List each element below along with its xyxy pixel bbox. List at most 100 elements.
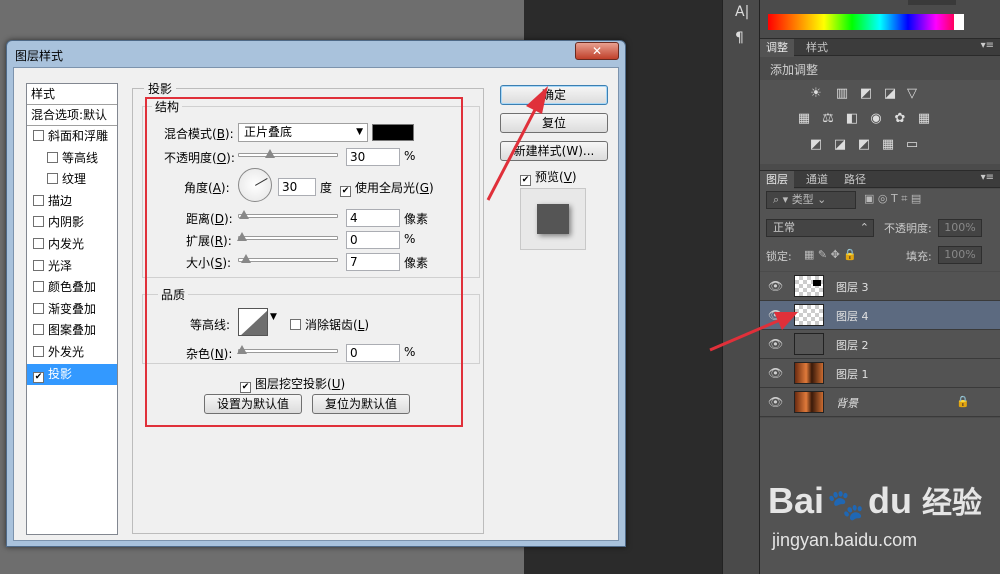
blend-mode-select[interactable]: 正常 ⌃ — [766, 219, 874, 237]
tab-channels[interactable]: 通道 — [800, 171, 834, 189]
tab-adjustments[interactable]: 调整 — [760, 39, 794, 57]
levels-icon[interactable]: ▥ — [834, 87, 850, 101]
eye-icon[interactable]: 👁 — [768, 366, 783, 380]
chevron-down-icon: ⌃ — [859, 221, 869, 234]
watermark-url: jingyan.baidu.com — [772, 530, 918, 550]
exposure-icon[interactable]: ◪ — [882, 87, 898, 101]
adjustment-icons: ☀ ▥ ◩ ◪ ▽ ▦ ⚖ ◧ ◉ ✿ ▦ ◩ ◪ ◩ ▦ ▭ — [760, 80, 1000, 164]
balance-icon[interactable]: ⚖ — [820, 112, 836, 126]
blend-options-item[interactable]: 混合选项:默认 — [27, 105, 117, 126]
layer-name: 图层 2 — [836, 339, 869, 352]
style-item[interactable]: 颜色叠加 — [27, 277, 117, 298]
dialog-title: 图层样式 — [15, 49, 64, 63]
layer-name: 图层 4 — [836, 310, 869, 323]
style-item-label: 光泽 — [48, 258, 73, 273]
selective-icon[interactable]: ▦ — [880, 138, 896, 152]
lock-label: 锁定: — [766, 250, 792, 263]
checkbox-unchecked[interactable] — [33, 302, 44, 314]
style-item[interactable]: 斜面和浮雕 — [27, 126, 117, 147]
style-item-label: 内阴影 — [48, 215, 85, 230]
mixer-icon[interactable]: ✿ — [892, 112, 908, 126]
style-item-label: 等高线 — [62, 150, 99, 165]
layer-thumbnail — [794, 275, 824, 297]
photo-filter-icon[interactable]: ◉ — [868, 112, 884, 126]
eye-icon[interactable]: 👁 — [768, 279, 783, 293]
style-item-label: 斜面和浮雕 — [48, 129, 109, 143]
style-item[interactable]: 纹理 — [27, 169, 117, 190]
layer-name: 图层 3 — [836, 281, 869, 294]
layers-tabs: 图层 通道 路径 ▾≡ — [760, 170, 1000, 189]
styles-header[interactable]: 样式 — [27, 84, 117, 105]
layer-thumbnail — [794, 362, 824, 384]
watermark-brand-left: Bai — [768, 480, 825, 521]
style-item-label: 投影 — [48, 366, 73, 381]
panel-menu-icon[interactable]: ▾≡ — [981, 172, 994, 183]
checkbox-unchecked[interactable] — [33, 259, 44, 271]
hue-icon[interactable]: ▦ — [796, 112, 812, 126]
checkbox-unchecked[interactable] — [33, 324, 44, 336]
tab-paths[interactable]: 路径 — [838, 171, 872, 189]
highlight-rectangle — [145, 97, 463, 427]
fill-label: 填充: — [906, 250, 932, 263]
panel-menu-icon[interactable]: ▾≡ — [981, 40, 994, 51]
checkbox-unchecked[interactable] — [33, 346, 44, 357]
lookup-icon[interactable]: ▦ — [916, 112, 932, 126]
checkbox-unchecked[interactable] — [33, 238, 44, 249]
red-arrow-to-ok — [486, 86, 548, 201]
posterize-icon[interactable]: ◪ — [832, 138, 848, 152]
layer-filter-select[interactable]: ⌕ ▾ 类型 ⌄ — [766, 191, 856, 209]
threshold-icon[interactable]: ◩ — [856, 138, 872, 152]
swatch-stub — [908, 0, 956, 5]
style-item[interactable]: 等高线 — [27, 148, 117, 169]
style-item-label: 描边 — [48, 193, 73, 208]
paragraph-panel-icon[interactable]: ¶ — [735, 30, 744, 46]
lock-icons[interactable]: ▦ ✎ ✥ 🔒 — [804, 248, 857, 261]
checkbox-unchecked[interactable] — [47, 173, 58, 185]
color-spectrum[interactable] — [768, 14, 964, 30]
vibrance-icon[interactable]: ▽ — [904, 87, 920, 101]
style-item[interactable]: 内阴影 — [27, 212, 117, 233]
layers-controls: ⌕ ▾ 类型 ⌄ ▣ ◎ T ⌗ ▤ 正常 ⌃ 不透明度: 100% 锁定: ▦ … — [760, 189, 1000, 271]
style-item[interactable]: 光泽 — [27, 256, 117, 277]
layer-name: 背景 — [836, 397, 858, 410]
tab-layers[interactable]: 图层 — [760, 171, 794, 189]
style-item[interactable]: 图案叠加 — [27, 320, 117, 341]
filter-kind-label: 类型 — [791, 193, 814, 206]
layer-row[interactable]: 👁 图层 1 — [760, 359, 1000, 388]
layer-row[interactable]: 👁 图层 3 — [760, 272, 1000, 301]
style-item[interactable]: 描边 — [27, 191, 117, 212]
opacity-label: 不透明度: — [884, 222, 932, 235]
curves-icon[interactable]: ◩ — [858, 87, 874, 101]
layer-row[interactable]: 👁 背景 🔒 — [760, 388, 1000, 417]
style-item[interactable]: 外发光 — [27, 342, 117, 363]
tab-styles[interactable]: 样式 — [800, 39, 834, 57]
style-item[interactable]: 渐变叠加 — [27, 299, 117, 320]
checkbox-unchecked[interactable] — [47, 151, 58, 163]
style-item-label: 纹理 — [62, 172, 87, 187]
checkbox-checked[interactable]: ✔ — [33, 371, 44, 383]
panel-toolstrip: A| ¶ — [722, 0, 760, 574]
checkbox-unchecked[interactable] — [33, 281, 44, 293]
style-item[interactable]: 内发光 — [27, 234, 117, 255]
checkbox-unchecked[interactable] — [33, 130, 44, 141]
checkbox-unchecked[interactable] — [33, 216, 44, 228]
fill-input[interactable]: 100% — [938, 246, 982, 264]
character-panel-icon[interactable]: A| — [735, 4, 749, 20]
bw-icon[interactable]: ◧ — [844, 112, 860, 126]
filter-icons[interactable]: ▣ ◎ T ⌗ ▤ — [864, 192, 921, 206]
style-item-label: 图案叠加 — [48, 323, 97, 338]
blend-mode-value: 正常 — [773, 221, 795, 234]
eye-icon[interactable]: 👁 — [768, 395, 783, 409]
opacity-input[interactable]: 100% — [938, 219, 982, 237]
watermark-brand-cn: 经验 — [922, 487, 983, 520]
brightness-icon[interactable]: ☀ — [808, 87, 824, 101]
paw-icon: 🐾 — [827, 489, 865, 522]
checkbox-unchecked[interactable] — [33, 194, 44, 206]
close-button[interactable]: ✕ — [575, 42, 619, 60]
red-arrow-to-layer — [709, 312, 798, 352]
gradient-map-icon[interactable]: ▭ — [904, 138, 920, 152]
layer-thumbnail — [794, 391, 824, 413]
style-item[interactable]: ✔ 投影 — [27, 363, 117, 385]
style-item-label: 外发光 — [48, 345, 85, 359]
invert-icon[interactable]: ◩ — [808, 138, 824, 152]
